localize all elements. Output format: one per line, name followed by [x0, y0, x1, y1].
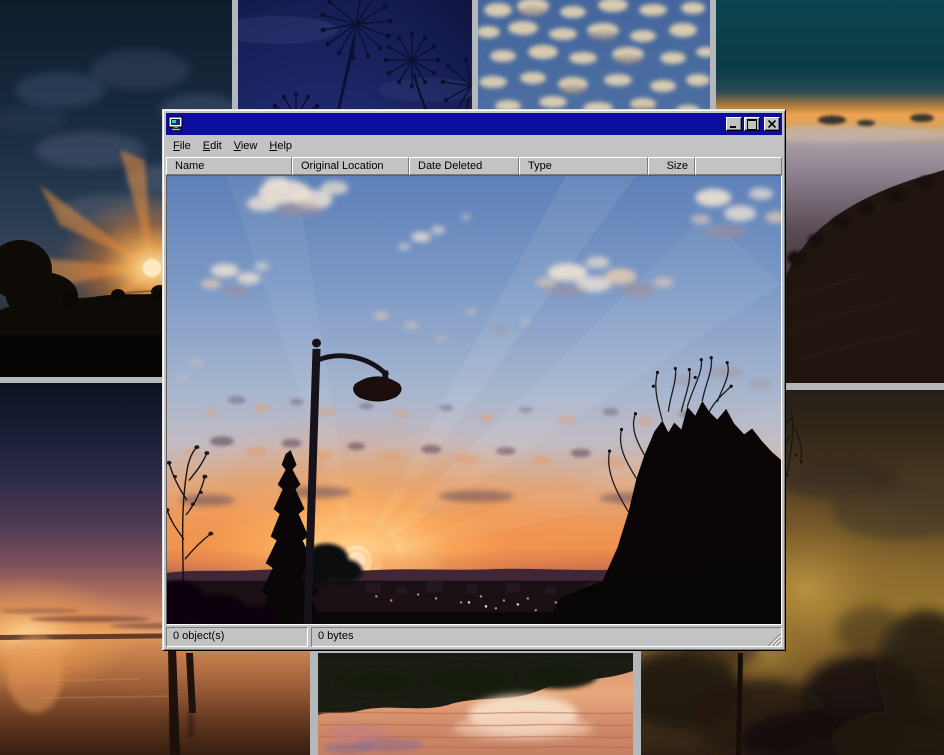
- titlebar[interactable]: [166, 113, 782, 135]
- minimize-icon: [730, 126, 736, 128]
- column-header-size[interactable]: Size: [648, 157, 695, 175]
- reflection-photo: [318, 653, 633, 755]
- maximize-icon: [747, 119, 757, 130]
- column-headers: Name Original Location Date Deleted Type…: [166, 157, 782, 175]
- status-bar: 0 object(s) 0 bytes: [166, 625, 782, 647]
- column-header-empty[interactable]: [695, 157, 782, 175]
- wallpaper-tile-reflection: [318, 653, 633, 755]
- minimize-button[interactable]: [726, 117, 742, 131]
- menu-item-help[interactable]: Help: [263, 138, 298, 154]
- column-header-original-location[interactable]: Original Location: [292, 157, 409, 175]
- computer-icon: [168, 116, 184, 132]
- column-header-date-deleted[interactable]: Date Deleted: [409, 157, 519, 175]
- menu-item-file[interactable]: File: [167, 138, 197, 154]
- recycle-bin-window[interactable]: File Edit View Help Name Original Locati…: [162, 109, 786, 651]
- menu-item-edit[interactable]: Edit: [197, 138, 228, 154]
- desktop: File Edit View Help Name Original Locati…: [0, 0, 944, 755]
- menu-bar: File Edit View Help: [166, 135, 782, 157]
- close-icon: [765, 118, 779, 130]
- file-list-view[interactable]: [166, 175, 782, 625]
- status-byte-count: 0 bytes: [311, 627, 782, 647]
- maximize-button[interactable]: [744, 117, 760, 131]
- close-button[interactable]: [764, 117, 780, 131]
- status-object-count: 0 object(s): [166, 627, 308, 647]
- menu-item-view[interactable]: View: [228, 138, 264, 154]
- column-header-type[interactable]: Type: [519, 157, 648, 175]
- street-lamp-sunset-photo: [167, 176, 781, 624]
- resize-grip-icon[interactable]: [768, 633, 781, 646]
- column-header-name[interactable]: Name: [166, 157, 292, 175]
